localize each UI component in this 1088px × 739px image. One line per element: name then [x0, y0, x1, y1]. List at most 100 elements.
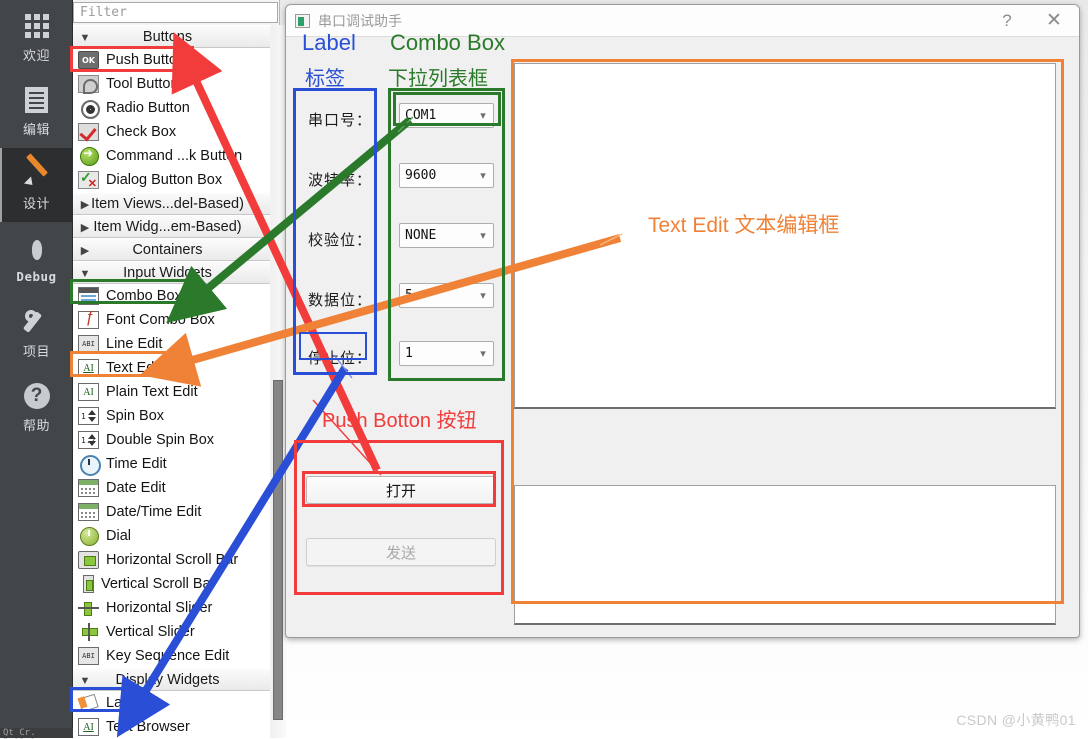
- chevron-down-icon: ▼: [79, 31, 91, 44]
- widget-item-date-time-edit[interactable]: Date/Time Edit: [73, 500, 270, 524]
- widget-item-label: Time Edit: [106, 456, 167, 472]
- label-databits: 数据位：: [308, 291, 373, 309]
- widget-item-vertical-slider[interactable]: Vertical Slider: [73, 620, 270, 644]
- widget-item-radio-button[interactable]: Radio Button: [73, 96, 270, 120]
- widget-item-line-edit[interactable]: ABI Line Edit: [73, 332, 270, 356]
- key-sequence-edit-icon: ABI: [78, 647, 99, 665]
- widget-item-check-box[interactable]: Check Box: [73, 120, 270, 144]
- chevron-right-icon: ▶: [80, 222, 90, 234]
- push-button-icon: OK: [78, 51, 99, 69]
- combo-databits[interactable]: 5 ▾: [399, 283, 494, 308]
- combo-value: COM1: [405, 108, 437, 123]
- mode-bar-status-text: Qt Cr. 5.12.9: [3, 728, 36, 739]
- widget-group-item-views[interactable]: ▶ Item Views...del-Based): [73, 192, 270, 215]
- widget-item-time-edit[interactable]: Time Edit: [73, 452, 270, 476]
- chevron-down-icon: ▾: [480, 290, 486, 302]
- plain-text-edit-icon: AI: [78, 383, 99, 401]
- dialog-title: 串口调试助手: [318, 12, 402, 29]
- widget-item-label: Horizontal Slider: [106, 600, 213, 616]
- close-button[interactable]: ✕: [1029, 5, 1079, 36]
- receive-text-edit[interactable]: [514, 63, 1056, 409]
- chevron-down-icon: ▼: [79, 267, 91, 280]
- widget-item-label: Date Edit: [106, 480, 166, 496]
- mode-item-edit[interactable]: 编辑: [0, 74, 73, 148]
- chevron-down-icon: ▾: [480, 170, 486, 182]
- widget-item-tool-button[interactable]: Tool Button: [73, 72, 270, 96]
- chevron-right-icon: ▶: [80, 199, 90, 211]
- label-port: 串口号：: [308, 111, 373, 129]
- combo-parity[interactable]: NONE ▾: [399, 223, 494, 248]
- widget-item-command-link-button[interactable]: Command ...k Button: [73, 144, 270, 168]
- horizontal-slider-icon: [78, 599, 99, 617]
- widget-item-horizontal-slider[interactable]: Horizontal Slider: [73, 596, 270, 620]
- widget-item-label: Radio Button: [106, 100, 190, 116]
- widget-item-push-button[interactable]: OK Push Button: [73, 48, 270, 72]
- scrollbar-thumb[interactable]: [273, 380, 283, 720]
- line-edit-icon: ABI: [78, 335, 99, 353]
- mode-item-help[interactable]: ? 帮助: [0, 370, 73, 444]
- widget-item-double-spin-box[interactable]: 1.2 Double Spin Box: [73, 428, 270, 452]
- widget-item-date-edit[interactable]: Date Edit: [73, 476, 270, 500]
- widget-item-text-browser[interactable]: AI Text Browser: [73, 715, 270, 738]
- widget-item-dial[interactable]: Dial: [73, 524, 270, 548]
- send-text-edit[interactable]: [514, 485, 1056, 625]
- chevron-down-icon: ▾: [480, 230, 486, 242]
- widget-box: Filter ▼ Buttons OK Push Button Tool But…: [73, 0, 286, 738]
- tool-button-icon: [78, 75, 99, 94]
- double-spin-box-icon: 1.2: [78, 431, 99, 449]
- widget-item-label: Dialog Button Box: [106, 172, 223, 188]
- mode-bar-status: Qt Cr. 5.12.9: [0, 728, 73, 739]
- widget-item-spin-box[interactable]: 1 Spin Box: [73, 404, 270, 428]
- widget-item-label: Date/Time Edit: [106, 504, 202, 520]
- widget-item-label: Push Button: [106, 52, 185, 68]
- combo-port[interactable]: COM1 ▾: [399, 103, 494, 128]
- mode-item-debug[interactable]: Debug: [0, 222, 73, 296]
- widget-group-containers[interactable]: ▶ Containers: [73, 238, 270, 261]
- send-button[interactable]: 发送: [306, 538, 496, 566]
- mode-item-welcome[interactable]: 欢迎: [0, 0, 73, 74]
- bug-icon: [24, 235, 50, 265]
- radio-button-icon: [78, 99, 100, 119]
- group-label: Buttons: [142, 28, 193, 45]
- mode-label: 帮助: [22, 417, 50, 433]
- widget-group-display-widgets[interactable]: ▼ Display Widgets: [73, 668, 270, 691]
- mode-label: 项目: [22, 343, 50, 359]
- widget-item-label: Double Spin Box: [106, 432, 215, 448]
- date-time-edit-icon: [78, 503, 99, 521]
- widget-item-label: Font Combo Box: [106, 312, 215, 328]
- widget-item-vertical-scroll-bar[interactable]: Vertical Scroll Bar: [73, 572, 270, 596]
- widget-list-scrollbar[interactable]: [271, 25, 286, 738]
- open-button[interactable]: 打开: [306, 476, 496, 504]
- widget-item-label: Combo Box: [106, 288, 182, 304]
- mode-item-projects[interactable]: 项目: [0, 296, 73, 370]
- widget-item-label: Tool Button: [106, 76, 179, 92]
- filter-input[interactable]: Filter: [73, 2, 278, 23]
- widget-item-text-edit[interactable]: AI Text Edit: [73, 356, 270, 380]
- widget-item-plain-text-edit[interactable]: AI Plain Text Edit: [73, 380, 270, 404]
- widget-group-input-widgets[interactable]: ▼ Input Widgets: [73, 261, 270, 284]
- widget-item-label: Plain Text Edit: [106, 384, 198, 400]
- widget-item-combo-box[interactable]: Combo Box: [73, 284, 270, 308]
- widget-list[interactable]: ▼ Buttons OK Push Button Tool Button Rad…: [73, 25, 270, 738]
- dialog-button-box-icon: [78, 169, 99, 190]
- widget-item-label[interactable]: Label: [73, 691, 270, 715]
- combo-stopbits[interactable]: 1 ▾: [399, 341, 494, 366]
- group-label: Item Views...del-Based): [91, 195, 244, 212]
- chevron-right-icon: ▶: [80, 245, 90, 257]
- text-edit-icon: AI: [78, 359, 99, 377]
- combo-baudrate[interactable]: 9600 ▾: [399, 163, 494, 188]
- widget-item-font-combo-box[interactable]: Font Combo Box: [73, 308, 270, 332]
- widget-item-dialog-button-box[interactable]: Dialog Button Box: [73, 168, 270, 192]
- widget-item-label: Check Box: [106, 124, 177, 140]
- widget-item-horizontal-scroll-bar[interactable]: Horizontal Scroll Bar: [73, 548, 270, 572]
- mode-item-design[interactable]: 设计: [0, 148, 73, 222]
- widget-group-buttons[interactable]: ▼ Buttons: [73, 25, 270, 48]
- spin-box-icon: 1: [78, 407, 99, 425]
- help-button[interactable]: ?: [985, 5, 1029, 36]
- combo-value: 1: [405, 346, 413, 361]
- widget-item-key-sequence-edit[interactable]: ABI Key Sequence Edit: [73, 644, 270, 668]
- group-label: Display Widgets: [115, 671, 220, 688]
- widget-group-item-widgets[interactable]: ▶ Item Widg...em-Based): [73, 215, 270, 238]
- widget-item-label: Horizontal Scroll Bar: [106, 552, 239, 568]
- chevron-down-icon: ▾: [480, 348, 486, 360]
